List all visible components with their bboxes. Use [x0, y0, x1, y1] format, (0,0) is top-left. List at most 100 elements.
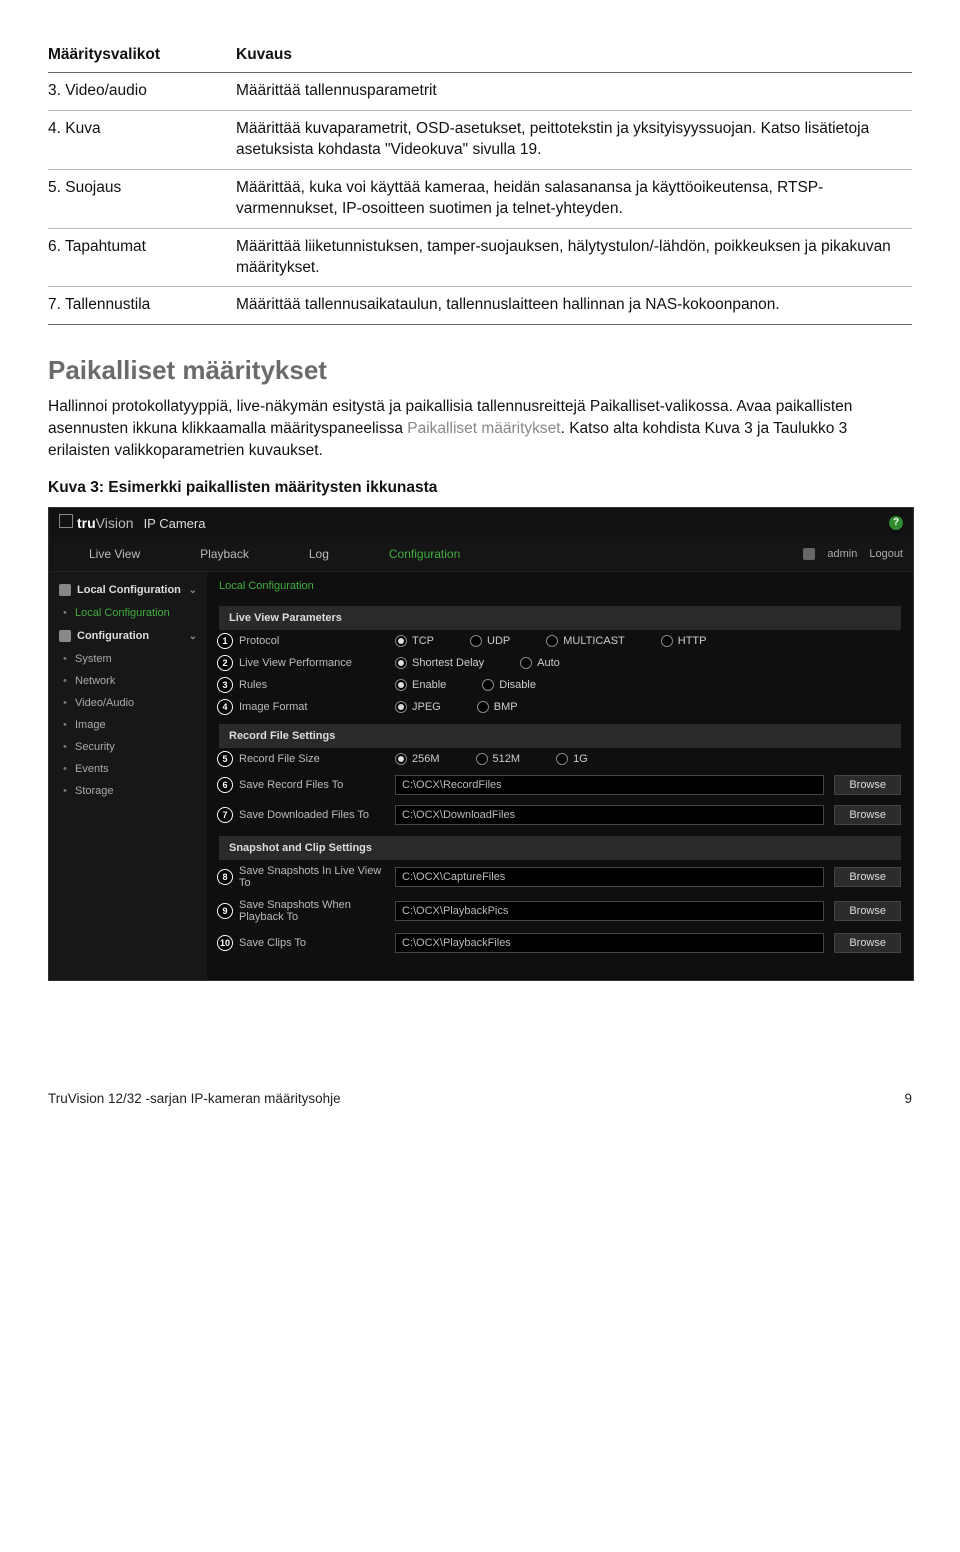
setting-row: 10Save Clips ToC:\OCX\PlaybackFilesBrows…	[219, 928, 901, 958]
setting-label: Rules	[219, 679, 395, 691]
panel-snapshot: Snapshot and Clip Settings	[219, 836, 901, 860]
sidebar-item-video-audio[interactable]: Video/Audio	[49, 692, 207, 714]
setting-row: 9Save Snapshots When Playback ToC:\OCX\P…	[219, 894, 901, 928]
table-row: 4. KuvaMäärittää kuvaparametrit, OSD-ase…	[48, 110, 912, 169]
path-input[interactable]: C:\OCX\PlaybackPics	[395, 901, 824, 921]
radio-option[interactable]: Auto	[520, 657, 560, 669]
tab-live-view[interactable]: Live View	[59, 537, 170, 571]
footer-page-number: 9	[904, 1091, 912, 1106]
def-desc: Määrittää liiketunnistuksen, tamper-suoj…	[236, 228, 912, 287]
sidebar-item-local-config[interactable]: Local Configuration	[49, 602, 207, 624]
setting-label: Save Record Files To	[219, 779, 395, 791]
th-col2: Kuvaus	[236, 40, 912, 73]
chevron-down-icon: ⌄	[189, 585, 197, 596]
setting-label: Protocol	[219, 635, 395, 647]
sidebar-item-security[interactable]: Security	[49, 736, 207, 758]
table-row: 7. TallennustilaMäärittää tallennusaikat…	[48, 287, 912, 325]
path-input[interactable]: C:\OCX\RecordFiles	[395, 775, 824, 795]
tab-log[interactable]: Log	[279, 537, 359, 571]
titlebar: truVision IP Camera ?	[49, 508, 913, 537]
sidebar-item-image[interactable]: Image	[49, 714, 207, 736]
def-term: 7. Tallennustila	[48, 287, 236, 325]
def-desc: Määrittää kuvaparametrit, OSD-asetukset,…	[236, 110, 912, 169]
radio-option[interactable]: JPEG	[395, 701, 441, 713]
panel-record: Record File Settings	[219, 724, 901, 748]
radio-icon	[482, 679, 494, 691]
browse-button[interactable]: Browse	[834, 901, 901, 921]
browse-button[interactable]: Browse	[834, 805, 901, 825]
brand: truVision IP Camera	[59, 514, 205, 531]
brand-sub: IP Camera	[144, 516, 206, 531]
table-row: 3. Video/audioMäärittää tallennusparamet…	[48, 73, 912, 111]
setting-row: 5Record File Size256M512M1G	[219, 748, 901, 770]
radio-option[interactable]: HTTP	[661, 635, 707, 647]
radio-option[interactable]: Disable	[482, 679, 536, 691]
path-input[interactable]: C:\OCX\CaptureFiles	[395, 867, 824, 887]
th-col1: Määritysvalikot	[48, 40, 236, 73]
figure-caption: Kuva 3: Esimerkki paikallisten määrityst…	[48, 479, 912, 497]
browse-button[interactable]: Browse	[834, 867, 901, 887]
radio-option[interactable]: MULTICAST	[546, 635, 625, 647]
config-screenshot: truVision IP Camera ? Live ViewPlaybackL…	[48, 507, 914, 981]
content-panel: Local Configuration Live View Parameters…	[207, 572, 913, 980]
radio-icon	[556, 753, 568, 765]
radio-option[interactable]: UDP	[470, 635, 510, 647]
setting-row: 6Save Record Files ToC:\OCX\RecordFilesB…	[219, 770, 901, 800]
setting-label: Save Downloaded Files To	[219, 809, 395, 821]
sidebar-item-network[interactable]: Network	[49, 670, 207, 692]
radio-option[interactable]: 256M	[395, 753, 440, 765]
panel-liveview: Live View Parameters	[219, 606, 901, 630]
sidebar-group-local[interactable]: Local Configuration ⌄	[49, 578, 207, 602]
path-input[interactable]: C:\OCX\PlaybackFiles	[395, 933, 824, 953]
footer-left: TruVision 12/32 -sarjan IP-kameran määri…	[48, 1091, 341, 1106]
radio-icon	[395, 701, 407, 713]
def-desc: Määrittää tallennusaikataulun, tallennus…	[236, 287, 912, 325]
user-name: admin	[827, 548, 857, 560]
setting-label: Live View Performance	[219, 657, 395, 669]
radio-option[interactable]: Shortest Delay	[395, 657, 484, 669]
sidebar-item-system[interactable]: System	[49, 648, 207, 670]
wrench-icon	[59, 630, 71, 642]
radio-icon	[395, 635, 407, 647]
setting-row: 8Save Snapshots In Live View ToC:\OCX\Ca…	[219, 860, 901, 894]
section-paragraph: Hallinnoi protokollatyyppiä, live-näkymä…	[48, 396, 912, 461]
setting-label: Image Format	[219, 701, 395, 713]
tab-playback[interactable]: Playback	[170, 537, 279, 571]
help-icon[interactable]: ?	[889, 516, 903, 530]
path-input[interactable]: C:\OCX\DownloadFiles	[395, 805, 824, 825]
sidebar: Local Configuration ⌄ Local Configuratio…	[49, 572, 207, 980]
radio-option[interactable]: Enable	[395, 679, 446, 691]
radio-option[interactable]: BMP	[477, 701, 518, 713]
user-icon	[803, 548, 815, 560]
section-heading: Paikalliset määritykset	[48, 355, 912, 386]
sidebar-item-events[interactable]: Events	[49, 758, 207, 780]
radio-icon	[546, 635, 558, 647]
setting-row: 4Image FormatJPEGBMP	[219, 696, 901, 718]
radio-icon	[470, 635, 482, 647]
browse-button[interactable]: Browse	[834, 933, 901, 953]
radio-icon	[395, 679, 407, 691]
browse-button[interactable]: Browse	[834, 775, 901, 795]
page-footer: TruVision 12/32 -sarjan IP-kameran määri…	[48, 1091, 912, 1106]
setting-label: Record File Size	[219, 753, 395, 765]
sidebar-group-config[interactable]: Configuration ⌄	[49, 624, 207, 648]
logout-link[interactable]: Logout	[869, 548, 903, 560]
def-term: 5. Suojaus	[48, 169, 236, 228]
radio-option[interactable]: TCP	[395, 635, 434, 647]
radio-option[interactable]: 1G	[556, 753, 588, 765]
main-tabs: Live ViewPlaybackLogConfiguration admin …	[49, 537, 913, 572]
brand-logo: truVision	[77, 515, 134, 531]
def-term: 4. Kuva	[48, 110, 236, 169]
radio-icon	[476, 753, 488, 765]
sidebar-item-storage[interactable]: Storage	[49, 780, 207, 802]
radio-icon	[661, 635, 673, 647]
radio-icon	[477, 701, 489, 713]
def-desc: Määrittää, kuka voi käyttää kameraa, hei…	[236, 169, 912, 228]
radio-option[interactable]: 512M	[476, 753, 521, 765]
def-term: 6. Tapahtumat	[48, 228, 236, 287]
def-term: 3. Video/audio	[48, 73, 236, 111]
setting-label: Save Clips To	[219, 937, 395, 949]
tab-configuration[interactable]: Configuration	[359, 537, 490, 571]
logo-icon	[59, 514, 73, 528]
breadcrumb: Local Configuration	[219, 578, 901, 600]
